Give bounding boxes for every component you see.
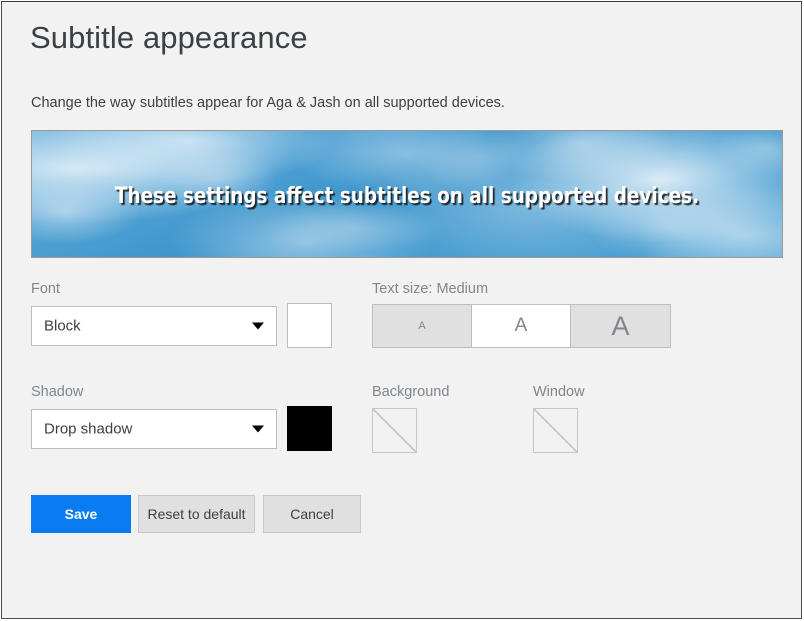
shadow-select[interactable]: Drop shadow [31,409,277,449]
cancel-button[interactable]: Cancel [263,495,361,533]
text-size-group: A A A [372,304,671,348]
chevron-down-icon [252,322,264,330]
shadow-color-swatch[interactable] [287,406,332,451]
text-size-small-button[interactable]: A [373,305,472,347]
preview-caption-text: These settings affect subtitles on all s… [114,184,700,209]
font-label: Font [31,281,61,297]
background-label: Background [372,384,450,400]
page-description: Change the way subtitles appear for Aga … [31,95,505,111]
shadow-label: Shadow [31,384,84,400]
text-size-label: Text size: Medium [372,281,489,297]
save-button[interactable]: Save [31,495,131,533]
shadow-select-value: Drop shadow [44,420,133,438]
subtitle-appearance-page: Subtitle appearance Change the way subti… [1,1,802,619]
text-size-large-button[interactable]: A [571,305,670,347]
window-color-swatch[interactable] [533,408,578,453]
subtitle-preview: These settings affect subtitles on all s… [31,130,783,258]
chevron-down-icon [252,425,264,433]
font-select-value: Block [44,317,81,335]
text-size-medium-button[interactable]: A [472,305,571,347]
reset-to-default-button[interactable]: Reset to default [138,495,255,533]
page-title: Subtitle appearance [30,20,308,55]
font-color-swatch[interactable] [287,303,332,348]
window-label: Window [533,384,585,400]
background-color-swatch[interactable] [372,408,417,453]
font-select[interactable]: Block [31,306,277,346]
